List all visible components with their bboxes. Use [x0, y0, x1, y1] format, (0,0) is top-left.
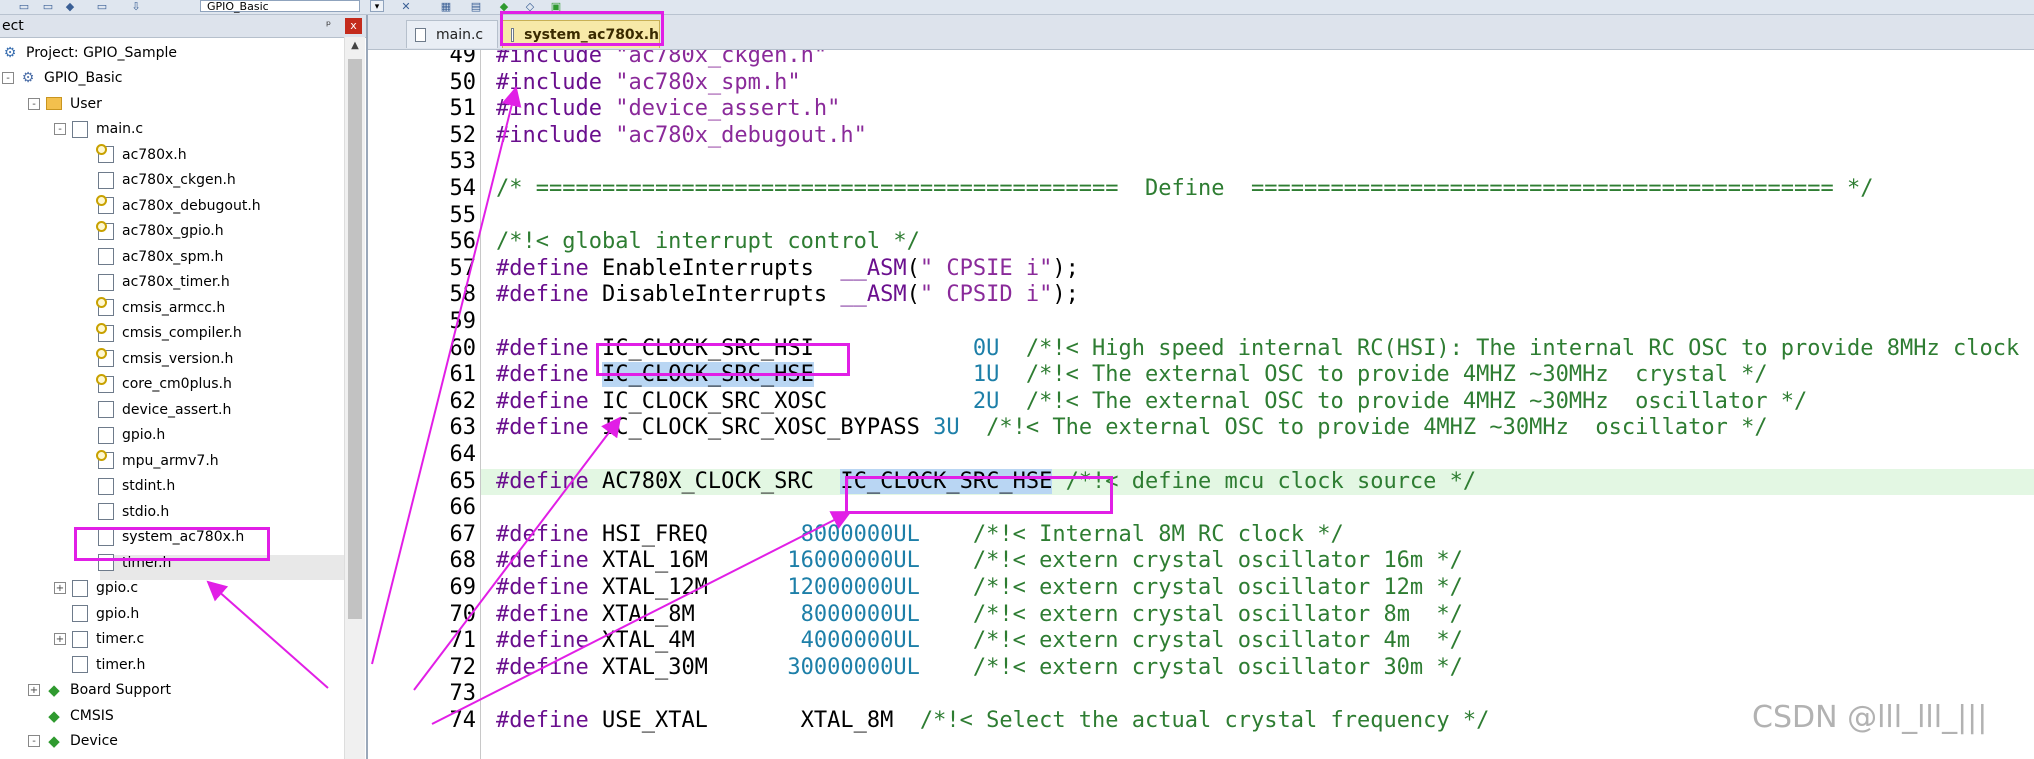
- arrow-to-hse: [431, 511, 852, 725]
- arrow-to-tree: [206, 580, 329, 689]
- arrow-to-hsi: [413, 416, 622, 691]
- watermark: CSDN @lll_lll_|||: [1752, 700, 1988, 735]
- arrow-to-tab: [371, 86, 522, 665]
- annotation-arrows: [206, 86, 852, 725]
